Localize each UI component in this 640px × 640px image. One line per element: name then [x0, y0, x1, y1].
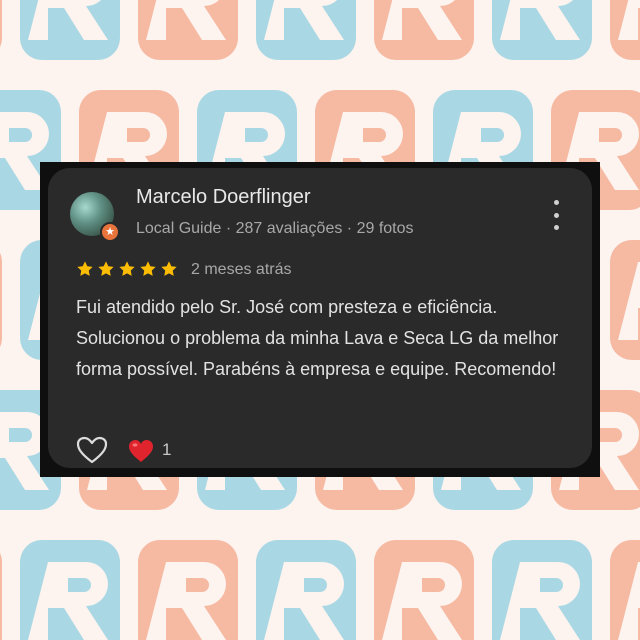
heart-outline-icon[interactable] [76, 436, 108, 464]
star-icon [98, 261, 114, 276]
more-vertical-icon [553, 200, 559, 205]
pattern-logo-icon [374, 0, 474, 60]
reaction-count: 1 [162, 440, 172, 459]
pattern-logo-icon [138, 540, 238, 640]
pattern-logo-icon [20, 540, 120, 640]
pattern-logo-icon [492, 540, 592, 640]
review-text: Fui atendido pelo Sr. José com presteza … [76, 297, 559, 379]
pattern-logo-icon [0, 552, 2, 640]
star-icon [119, 261, 135, 276]
pattern-logo-icon [20, 0, 120, 60]
star-icon [77, 261, 93, 276]
pattern-logo-icon [0, 252, 2, 348]
pattern-logo-icon [374, 540, 474, 640]
star-icon [140, 261, 156, 276]
pattern-logo-icon [610, 540, 640, 640]
reviewer-meta: Local Guide · 287 avaliações · 29 fotos [136, 220, 414, 237]
reviewer-name[interactable]: Marcelo Doerflinger [136, 186, 311, 209]
pattern-logo-icon [610, 0, 640, 60]
more-options-button[interactable] [544, 200, 568, 230]
pattern-logo-icon [0, 0, 2, 48]
pattern-logo-icon [492, 0, 592, 60]
pattern-logo-icon [610, 240, 640, 360]
pattern-logo-icon [256, 0, 356, 60]
star-icon [161, 261, 177, 276]
more-dot [553, 225, 559, 230]
red-heart-emoji-icon[interactable] [128, 439, 154, 463]
more-dot [553, 212, 559, 218]
review-card-frame: ★ Marcelo Doerflinger Local Guide · 287 … [40, 162, 600, 477]
local-guide-star-icon: ★ [100, 222, 120, 242]
review-card: ★ Marcelo Doerflinger Local Guide · 287 … [48, 168, 592, 468]
pattern-logo-icon [138, 0, 238, 60]
pattern-logo-icon [256, 540, 356, 640]
star-rating [76, 260, 178, 278]
review-date: 2 meses atrás [191, 261, 292, 278]
